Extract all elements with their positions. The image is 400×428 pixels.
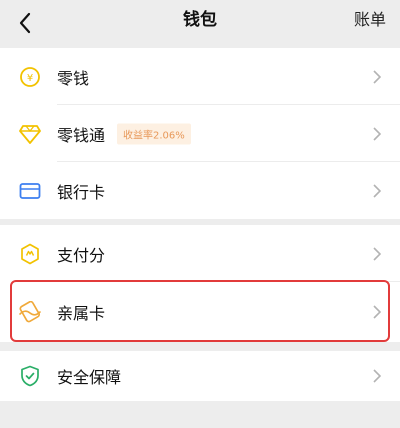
coin-yen-icon: ¥ xyxy=(18,65,42,89)
row-security[interactable]: 安全保障 xyxy=(0,351,400,401)
wallet-group-3: 安全保障 xyxy=(0,351,400,401)
wallet-group-2: 支付分 亲属卡 xyxy=(0,225,400,342)
wallet-screen: 钱包 账单 ¥ 零钱 零钱通 收益率2.06% 银行卡 支付分 亲属卡 安全保障 xyxy=(0,0,400,428)
row-lingqiantong[interactable]: 零钱通 收益率2.06% xyxy=(0,105,400,162)
header-bar: 钱包 账单 xyxy=(0,0,400,48)
row-label: 安全保障 xyxy=(57,368,122,387)
row-label: 支付分 xyxy=(57,245,106,265)
payscore-icon xyxy=(18,242,42,266)
chevron-right-icon xyxy=(372,69,382,85)
row-label: 零钱 xyxy=(57,68,90,88)
shield-check-icon xyxy=(18,364,42,388)
chevron-right-icon xyxy=(372,183,382,199)
chevron-right-icon xyxy=(372,246,382,262)
row-bank-card[interactable]: 银行卡 xyxy=(0,162,400,219)
yield-badge: 收益率2.06% xyxy=(117,123,191,144)
chevron-right-icon xyxy=(372,304,382,320)
bill-button[interactable]: 账单 xyxy=(354,0,386,40)
diamond-icon xyxy=(18,122,42,146)
page-title: 钱包 xyxy=(183,10,217,30)
row-label: 零钱通 xyxy=(57,125,106,145)
row-label: 银行卡 xyxy=(57,182,106,202)
row-change[interactable]: ¥ 零钱 xyxy=(0,48,400,105)
row-label: 亲属卡 xyxy=(57,304,106,323)
row-payscore[interactable]: 支付分 xyxy=(0,225,400,282)
svg-text:¥: ¥ xyxy=(27,73,33,84)
family-card-icon xyxy=(18,300,42,324)
chevron-right-icon xyxy=(372,368,382,384)
row-family-card[interactable]: 亲属卡 xyxy=(0,282,400,342)
bank-card-icon xyxy=(18,179,42,203)
chevron-right-icon xyxy=(372,126,382,142)
wallet-group-1: ¥ 零钱 零钱通 收益率2.06% 银行卡 xyxy=(0,48,400,219)
